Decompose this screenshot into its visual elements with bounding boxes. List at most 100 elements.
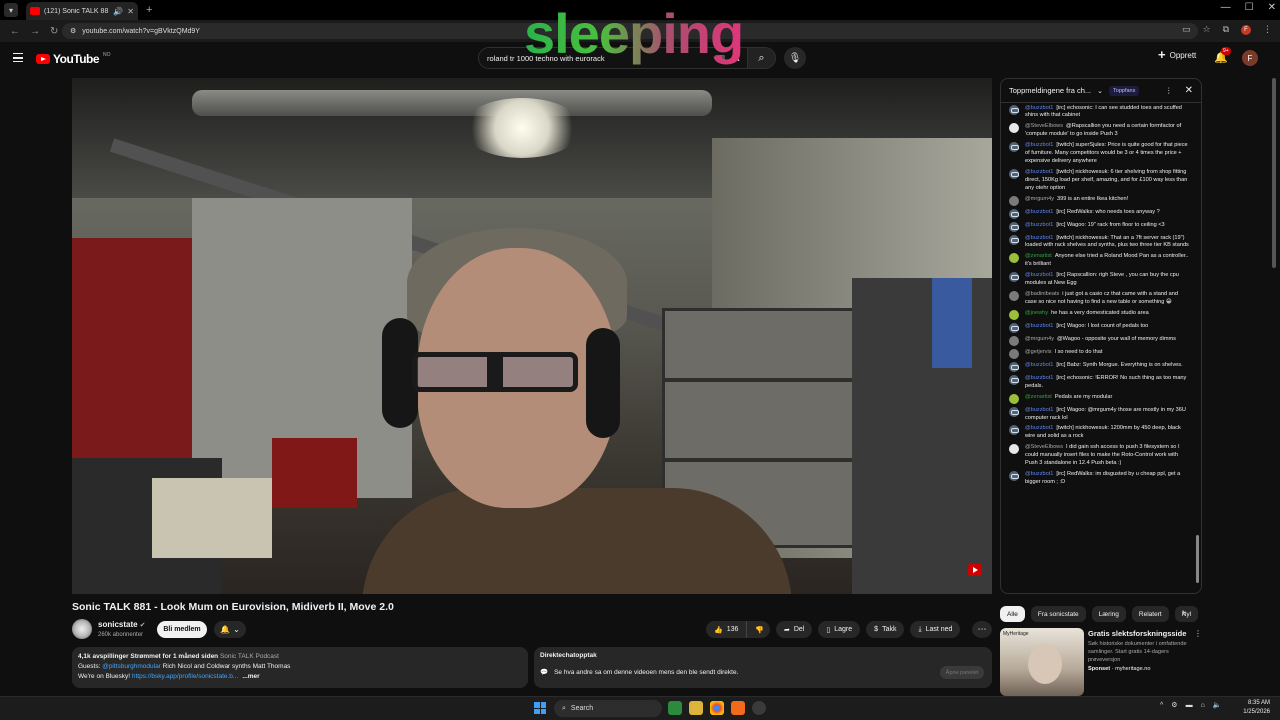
chat-author-avatar[interactable] xyxy=(1009,208,1019,219)
chat-author-avatar[interactable] xyxy=(1009,425,1019,436)
chat-author[interactable]: @mrgum4y xyxy=(1025,196,1054,202)
top-fans-badge[interactable]: Toppfans xyxy=(1109,85,1140,96)
tab-search-icon[interactable]: ▾ xyxy=(4,3,18,17)
language-flag-icon[interactable]: ▬ xyxy=(1186,702,1193,709)
chat-author[interactable]: @SteveElbows xyxy=(1025,444,1063,450)
chat-author-avatar[interactable] xyxy=(1009,123,1019,134)
join-button[interactable]: Bli medlem xyxy=(157,621,207,638)
channel-name[interactable]: sonicstate ✔ xyxy=(98,620,145,629)
bluesky-link[interactable]: https://bsky.app/profile/sonicstate.b... xyxy=(132,673,238,680)
chat-author[interactable]: @buzzbot1 xyxy=(1025,169,1053,175)
tray-app-icon[interactable]: ⚙ xyxy=(1171,701,1177,709)
search-button[interactable]: ⌕ xyxy=(748,47,776,69)
youtube-logo[interactable]: YouTube NO xyxy=(36,52,111,66)
chat-author[interactable]: @buzzbot1 xyxy=(1025,142,1053,148)
chat-author[interactable]: @mrgum4y xyxy=(1025,336,1054,342)
chat-author[interactable]: @buzzbot1 xyxy=(1025,471,1053,477)
chat-author[interactable]: @buzzbot1 xyxy=(1025,375,1053,381)
filter-chip[interactable]: Relatert xyxy=(1131,606,1169,622)
ad-thumbnail[interactable]: MyHeritage xyxy=(1000,628,1084,696)
taskbar-search-box[interactable]: ⌕ Search xyxy=(554,700,662,717)
description-tag[interactable]: Sonic TALK Podcast xyxy=(220,653,279,660)
maximize-icon[interactable]: ☐ xyxy=(1245,2,1254,13)
guest-link[interactable]: @pittsburghmodular xyxy=(102,663,161,670)
site-info-icon[interactable]: ⚙ xyxy=(70,27,76,35)
file-explorer-icon[interactable] xyxy=(689,701,703,715)
chevron-right-icon[interactable]: › xyxy=(1182,607,1185,618)
video-player[interactable] xyxy=(72,78,992,594)
chat-author-avatar[interactable] xyxy=(1009,272,1019,283)
cast-icon[interactable]: ▭ xyxy=(1182,24,1191,35)
chat-author[interactable]: @buzzbot1 xyxy=(1025,272,1053,278)
chat-author-avatar[interactable] xyxy=(1009,309,1019,320)
chat-author-avatar[interactable] xyxy=(1009,253,1019,264)
create-button[interactable]: + Opprett xyxy=(1158,48,1196,61)
subscription-bell-button[interactable]: 🔔 ⌄ xyxy=(214,621,246,638)
taskbar-clock[interactable]: 8:35 AM 1/25/2026 xyxy=(1236,699,1270,717)
chat-author-avatar[interactable] xyxy=(1009,348,1019,359)
dislike-button[interactable]: 👎 xyxy=(747,626,772,634)
reload-icon[interactable]: ↻ xyxy=(50,26,58,37)
chat-author[interactable]: @zenartist xyxy=(1025,394,1052,400)
download-button[interactable]: ⤓ Last ned xyxy=(910,621,961,638)
chat-author-avatar[interactable] xyxy=(1009,168,1019,179)
tray-chevron-icon[interactable]: ^ xyxy=(1160,702,1163,709)
voice-search-button[interactable]: 🎙 xyxy=(784,47,806,69)
open-panel-button[interactable]: Åpne panelet xyxy=(940,666,984,679)
more-actions-button[interactable]: ⋯ xyxy=(972,621,992,638)
new-tab-icon[interactable]: + xyxy=(146,4,152,16)
chat-author[interactable]: @buzzbot1 xyxy=(1025,209,1053,215)
channel-avatar[interactable] xyxy=(72,619,92,639)
volume-icon[interactable]: 🔈 xyxy=(1213,701,1222,709)
chat-author[interactable]: @joewhy xyxy=(1025,310,1048,316)
show-more-link[interactable]: ...mer xyxy=(242,673,259,680)
chat-author[interactable]: @buzzbot1 xyxy=(1025,407,1053,413)
chat-more-icon[interactable]: ⋮ xyxy=(1165,86,1173,95)
chrome-icon[interactable] xyxy=(710,701,724,715)
forward-icon[interactable]: → xyxy=(30,26,40,37)
save-button[interactable]: ▯ Lagre xyxy=(818,621,861,638)
chat-author-avatar[interactable] xyxy=(1009,406,1019,417)
chat-scrollbar[interactable] xyxy=(1196,535,1199,583)
youtube-watermark-icon[interactable] xyxy=(968,564,982,576)
thanks-button[interactable]: $ Takk xyxy=(866,621,905,638)
chat-author[interactable]: @buzzbot1 xyxy=(1025,425,1053,431)
chat-author[interactable]: @zenartist xyxy=(1025,253,1052,259)
chat-author[interactable]: @buzzbot1 xyxy=(1025,235,1053,241)
chat-author[interactable]: @SteveElbows xyxy=(1025,123,1063,129)
browser-menu-icon[interactable]: ⋮ xyxy=(1263,24,1272,35)
filter-chip[interactable]: Alle xyxy=(1000,606,1025,622)
chat-author[interactable]: @getjervis xyxy=(1025,349,1052,355)
chat-author[interactable]: @badinibeats xyxy=(1025,291,1059,297)
browser-tab[interactable]: (121) Sonic TALK 881 - Look 🔊 ✕ xyxy=(26,2,138,20)
chat-author-avatar[interactable] xyxy=(1009,195,1019,206)
chat-author-avatar[interactable] xyxy=(1009,393,1019,404)
audio-icon[interactable]: 🔊 xyxy=(113,7,123,16)
close-window-icon[interactable]: ✕ xyxy=(1268,2,1276,13)
chat-author-avatar[interactable] xyxy=(1009,221,1019,232)
chevron-down-icon[interactable]: ⌄ xyxy=(1097,87,1103,95)
minimize-icon[interactable]: — xyxy=(1221,2,1231,13)
chat-author[interactable]: @buzzbot1 xyxy=(1025,362,1053,368)
chat-author[interactable]: @buzzbot1 xyxy=(1025,323,1053,329)
filter-chip[interactable]: Fra sonicstate xyxy=(1030,606,1086,622)
close-tab-icon[interactable]: ✕ xyxy=(127,7,134,16)
menu-icon[interactable] xyxy=(13,53,23,62)
like-button[interactable]: 👍 136 xyxy=(706,621,748,638)
chat-author-avatar[interactable] xyxy=(1009,234,1019,245)
ad-domain[interactable]: myheritage.no xyxy=(1115,666,1150,672)
bookmark-star-icon[interactable]: ☆ xyxy=(1202,24,1210,35)
extensions-icon[interactable]: ⧉ xyxy=(1223,24,1229,35)
page-scrollbar[interactable] xyxy=(1272,78,1276,268)
chat-mode-title[interactable]: Toppmeldingene fra ch... xyxy=(1009,86,1091,95)
chat-author-avatar[interactable] xyxy=(1009,470,1019,481)
ad-menu-icon[interactable]: ⋮ xyxy=(1194,629,1202,638)
close-chat-icon[interactable]: ✕ xyxy=(1185,85,1193,96)
windows-start-icon[interactable] xyxy=(534,702,546,714)
app-icon[interactable] xyxy=(752,701,766,715)
chat-author-avatar[interactable] xyxy=(1009,104,1019,115)
share-button[interactable]: ➦ Del xyxy=(776,621,813,638)
channel-name-text[interactable]: sonicstate xyxy=(98,620,138,629)
chat-author-avatar[interactable] xyxy=(1009,322,1019,333)
chat-author-avatar[interactable] xyxy=(1009,142,1019,153)
